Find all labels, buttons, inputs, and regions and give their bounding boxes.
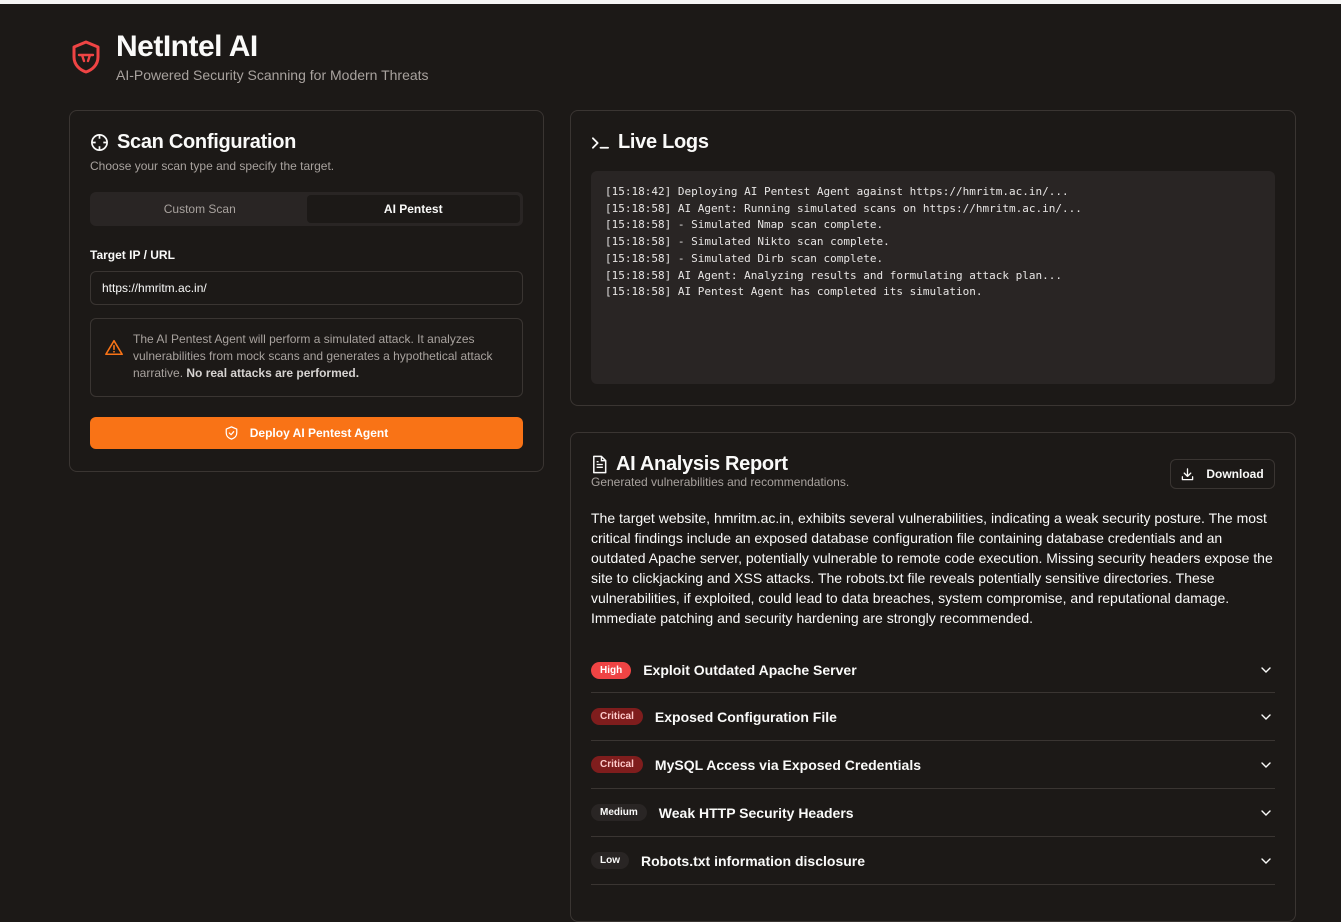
window-top-border (0, 0, 1341, 4)
chevron-down-icon (1261, 809, 1271, 816)
chevron-down-icon (1261, 713, 1271, 720)
log-line: [15:18:42] Deploying AI Pentest Agent ag… (605, 185, 1069, 198)
terminal-icon (591, 136, 610, 149)
crosshair-icon (91, 134, 108, 151)
tab-custom-scan[interactable]: Custom Scan (93, 195, 307, 223)
log-line: [15:18:58] - Simulated Nikto scan comple… (605, 235, 890, 249)
shield-check-icon (225, 426, 238, 440)
finding-item[interactable]: Critical Exposed Configuration File (591, 693, 1275, 741)
report-summary: The target website, hmritm.ac.in, exhibi… (591, 510, 1273, 626)
finding-item[interactable]: Critical MySQL Access via Exposed Creden… (591, 741, 1275, 789)
severity-badge: Critical (591, 708, 643, 725)
findings-list: High Exploit Outdated Apache Server Crit… (591, 648, 1275, 885)
log-line: [15:18:58] AI Pentest Agent has complete… (605, 285, 983, 299)
scan-configuration-card: Scan Configuration Choose your scan type… (69, 110, 544, 472)
chevron-down-icon (1261, 761, 1271, 768)
finding-item[interactable]: Medium Weak HTTP Security Headers (591, 789, 1275, 837)
log-line: [15:18:58] - Simulated Nmap scan complet… (605, 218, 884, 232)
app-title: NetIntel AI (116, 30, 258, 63)
analysis-report-card: AI Analysis Report Generated vulnerabili… (570, 432, 1296, 922)
app-subtitle: AI-Powered Security Scanning for Modern … (116, 67, 429, 83)
severity-badge: Low (591, 852, 629, 869)
log-line: [15:18:58] AI Agent: Analyzing results a… (605, 268, 1062, 282)
shield-logo-icon (72, 40, 100, 74)
finding-title: Robots.txt information disclosure (641, 852, 866, 869)
finding-title: Weak HTTP Security Headers (658, 804, 854, 821)
severity-badge: Critical (591, 756, 643, 773)
chevron-down-icon (1261, 857, 1271, 864)
target-input-value: https://hmritm.ac.in/ (102, 281, 207, 295)
finding-title: Exposed Configuration File (654, 708, 837, 725)
simulation-notice: The AI Pentest Agent will perform a simu… (90, 318, 523, 397)
tab-ai-pentest[interactable]: AI Pentest (306, 195, 520, 223)
log-output[interactable]: [15:18:42] Deploying AI Pentest Agent ag… (591, 171, 1275, 384)
app-header: NetIntel AI AI-Powered Security Scanning… (70, 30, 429, 83)
analysis-report-title: AI Analysis Report (591, 453, 849, 476)
download-icon (1182, 467, 1194, 480)
finding-title: Exploit Outdated Apache Server (643, 662, 857, 678)
live-logs-title: Live Logs (591, 131, 1275, 154)
target-input[interactable]: https://hmritm.ac.in/ (90, 271, 523, 305)
deploy-agent-button[interactable]: Deploy AI Pentest Agent (90, 417, 523, 449)
severity-badge: Medium (591, 804, 647, 821)
analysis-report-description: Generated vulnerabilities and recommenda… (591, 475, 850, 489)
live-logs-card: Live Logs [15:18:42] Deploying AI Pentes… (570, 110, 1296, 406)
chevron-down-icon (1261, 667, 1271, 673)
document-icon (593, 455, 607, 474)
notice-text: The AI Pentest Agent will perform a simu… (133, 332, 493, 380)
scan-configuration-title: Scan Configuration (90, 131, 523, 154)
notice-bold-text: No real attacks are performed. (186, 366, 360, 380)
finding-item[interactable]: High Exploit Outdated Apache Server (591, 648, 1275, 693)
scan-type-tabs: Custom Scan AI Pentest (90, 192, 523, 226)
log-line: [15:18:58] AI Agent: Running simulated s… (605, 201, 1082, 215)
warning-icon (105, 339, 123, 356)
download-button[interactable]: Download (1170, 459, 1275, 489)
scan-configuration-description: Choose your scan type and specify the ta… (90, 159, 335, 173)
log-line: [15:18:58] - Simulated Dirb scan complet… (605, 251, 884, 265)
target-label: Target IP / URL (90, 248, 175, 262)
finding-item[interactable]: Low Robots.txt information disclosure (591, 837, 1275, 885)
finding-title: MySQL Access via Exposed Credentials (654, 756, 922, 773)
severity-badge: High (591, 661, 632, 679)
